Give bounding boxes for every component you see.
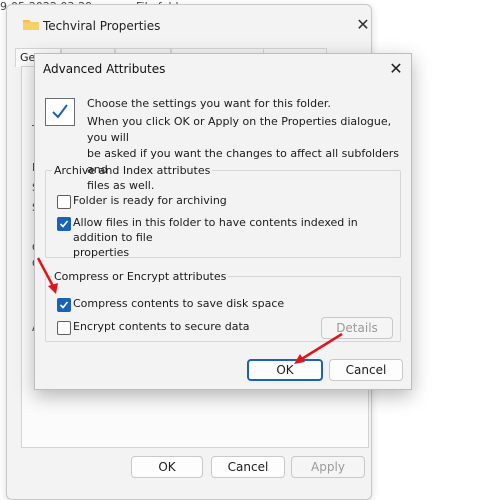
- arrow-to-ok-icon: [294, 332, 343, 364]
- arrow-to-compress-icon: [36, 257, 58, 294]
- annotation-arrows: [36, 257, 343, 364]
